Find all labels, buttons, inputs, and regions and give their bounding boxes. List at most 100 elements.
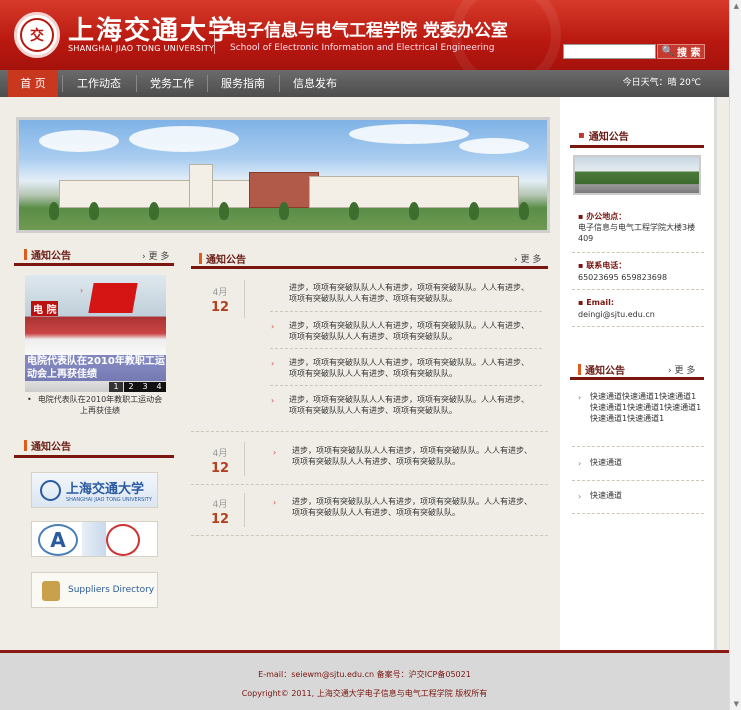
left-links-heading: 通知公告 xyxy=(24,437,71,453)
phone-label: ▪ 联系电话： xyxy=(578,261,627,270)
news-item[interactable]: 进步，项项有突破队队人人有进步，项项有突破队队。人人有进步、项项有突破队队人人有… xyxy=(289,320,529,342)
slide-pager-1[interactable]: 1 xyxy=(109,382,123,392)
news-day: 12 xyxy=(210,300,230,315)
left-notice-heading: 通知公告 xyxy=(24,246,71,262)
search-input[interactable] xyxy=(563,44,656,59)
news-date: 4月 12 xyxy=(207,446,233,476)
header-divider xyxy=(214,16,215,54)
weather-info: 今日天气：晴 20℃ xyxy=(622,78,701,88)
nav-separator xyxy=(279,75,280,92)
photo-caption[interactable]: 电院代表队在2010年教职工运动会上再获佳绩 xyxy=(27,394,165,416)
nav-separator xyxy=(207,75,208,92)
right-links-title: 通知公告 xyxy=(585,365,625,377)
center-more-link[interactable]: › 更 多 xyxy=(514,252,541,265)
a-emblem-icon: A xyxy=(38,524,78,556)
footer-contact: E-mail：seiewm@sjtu.edu.cn 备案号：沪交ICP备0502… xyxy=(258,670,471,679)
flag-graphic xyxy=(88,283,138,313)
photo-sign: 电 院 xyxy=(31,301,59,316)
office-label: ▪ 办公地点： xyxy=(578,212,627,221)
quick-link[interactable]: 快速通道 xyxy=(590,490,702,501)
slide-pager-3[interactable]: 3 xyxy=(138,382,152,392)
sjtu-logo-link[interactable]: 上海交通大学 SHANGHAI JIAO TONG UNIVERSITY xyxy=(31,472,158,508)
contact-book-icon xyxy=(42,581,60,601)
news-item[interactable]: 进步，项项有突破队队人人有进步，项项有突破队队。人人有进步、项项有突破队队人人有… xyxy=(289,357,529,379)
news-date: 4月 12 xyxy=(207,285,233,315)
news-arrow-icon: › xyxy=(271,359,275,368)
slide-pager-4[interactable]: 4 xyxy=(152,382,166,392)
news-arrow-icon: › xyxy=(273,448,277,457)
news-arrow-icon: › xyxy=(80,286,84,295)
left-links-rule xyxy=(14,455,174,458)
page-scrollbar[interactable]: ▲ ▼ xyxy=(729,0,741,710)
nav-item-work-news[interactable]: 工作动态 xyxy=(66,70,132,97)
nav-item-info-release[interactable]: 信息发布 xyxy=(283,70,347,97)
left-more-link[interactable]: › 更 多 xyxy=(142,249,169,262)
red-seal-icon xyxy=(106,524,140,556)
footer-copyright: Copyright© 2011, 上海交通大学电子信息与电气工程学院 版权所有 xyxy=(241,689,488,698)
sjtu-seal-logo[interactable]: 交 xyxy=(14,12,60,58)
sjtu-logo-text: 上海交通大学 xyxy=(66,482,145,497)
university-name-cn: 上海交通大学 xyxy=(68,16,237,46)
school-name-en: School of Electronic Information and Ele… xyxy=(230,43,495,53)
office-value: 电子信息与电气工程学院大楼3楼409 xyxy=(578,223,696,243)
center-notice-heading: 通知公告 xyxy=(199,250,246,266)
quick-link[interactable]: 快速通道快速通道1快速通道1快速通道1快速通道1快速通道1快速通道1快速通道1 xyxy=(590,391,702,424)
news-photo[interactable]: 电 院 电院代表队在2010年教职工运动会上再获佳绩 1 2 3 4 xyxy=(25,275,166,392)
nav-item-home[interactable]: 首 页 xyxy=(8,70,58,97)
search-button-label: 搜 索 xyxy=(676,48,701,59)
search-button[interactable]: 🔍 搜 索 xyxy=(657,44,705,59)
right-notice-title: 通知公告 xyxy=(588,131,629,143)
alumni-logo-link[interactable]: A xyxy=(31,521,158,557)
center-notice-rule xyxy=(191,266,548,269)
site-footer: E-mail：seiewm@sjtu.edu.cn 备案号：沪交ICP备0502… xyxy=(0,650,729,710)
right-links-rule xyxy=(570,377,704,380)
search-icon: 🔍 xyxy=(661,46,674,57)
right-notice-rule xyxy=(570,145,704,148)
suppliers-directory-label: Suppliers Directory xyxy=(68,585,155,595)
news-arrow-icon: › xyxy=(271,322,275,331)
email-label: ▪ Email: xyxy=(578,298,615,307)
right-links-heading: 通知公告 xyxy=(578,361,625,377)
campus-banner-image xyxy=(16,117,550,233)
news-day: 12 xyxy=(210,512,230,527)
suppliers-directory-link[interactable]: Suppliers Directory xyxy=(31,572,158,608)
news-item[interactable]: 进步，项项有突破队队人人有进步，项项有突破队队。人人有进步、项项有突破队队人人有… xyxy=(289,394,529,416)
scroll-up-arrow-icon[interactable]: ▲ xyxy=(734,2,739,10)
link-arrow-icon: › xyxy=(578,459,582,468)
nav-separator xyxy=(136,75,137,92)
left-links-title: 通知公告 xyxy=(31,441,71,453)
slide-pager-2[interactable]: 2 xyxy=(124,382,138,392)
news-item[interactable]: 进步，项项有突破队队人人有进步，项项有突破队队。人人有进步、项项有突破队队人人有… xyxy=(292,445,532,467)
university-name-en: SHANGHAI JIAO TONG UNIVERSITY xyxy=(68,44,215,53)
email-value[interactable]: deingi@sjtu.edu.cn xyxy=(578,309,703,320)
left-notice-title: 通知公告 xyxy=(31,250,71,262)
left-notice-rule xyxy=(14,263,174,266)
main-nav: 首 页 工作动态 党务工作 服务指南 信息发布 今日天气：晴 20℃ xyxy=(0,70,741,97)
school-name-cn: 电子信息与电气工程学院 党委办公室 xyxy=(230,21,508,41)
news-month: 4月 xyxy=(212,449,228,459)
photo-overlay-caption: 电院代表队在2010年教职工运动会上再获佳绩 xyxy=(25,355,166,381)
right-notice-heading: ▪ 通知公告 xyxy=(578,129,629,143)
news-arrow-icon: › xyxy=(271,396,275,405)
quick-link[interactable]: 快速通道 xyxy=(590,457,702,468)
news-date: 4月 12 xyxy=(207,497,233,527)
sjtu-logo-subtext: SHANGHAI JIAO TONG UNIVERSITY xyxy=(66,497,152,503)
link-arrow-icon: › xyxy=(578,492,582,501)
nav-item-service-guide[interactable]: 服务指南 xyxy=(210,70,276,97)
nav-item-party-work[interactable]: 党务工作 xyxy=(140,70,204,97)
phone-value: 65023695 659823698 xyxy=(578,273,668,282)
site-header: 交 上海交通大学 SHANGHAI JIAO TONG UNIVERSITY 电… xyxy=(0,0,741,70)
sjtu-seal-icon xyxy=(40,480,61,501)
news-arrow-icon: › xyxy=(273,498,277,507)
card-swoosh-graphic xyxy=(82,522,106,556)
news-month: 4月 xyxy=(212,288,228,298)
nav-separator xyxy=(62,75,63,92)
news-day: 12 xyxy=(210,461,230,476)
campus-avenue-image xyxy=(573,155,701,195)
news-item[interactable]: 进步，项项有突破队队人人有进步，项项有突破队队。人人有进步、项项有突破队队人人有… xyxy=(292,496,532,518)
right-more-link[interactable]: › 更 多 xyxy=(668,363,695,376)
news-item[interactable]: 进步，项项有突破队队人人有进步，项项有突破队队。人人有进步、项项有突破队队人人有… xyxy=(289,282,529,304)
news-month: 4月 xyxy=(212,500,228,510)
center-notice-title: 通知公告 xyxy=(206,254,246,266)
scroll-down-arrow-icon[interactable]: ▼ xyxy=(734,700,739,708)
